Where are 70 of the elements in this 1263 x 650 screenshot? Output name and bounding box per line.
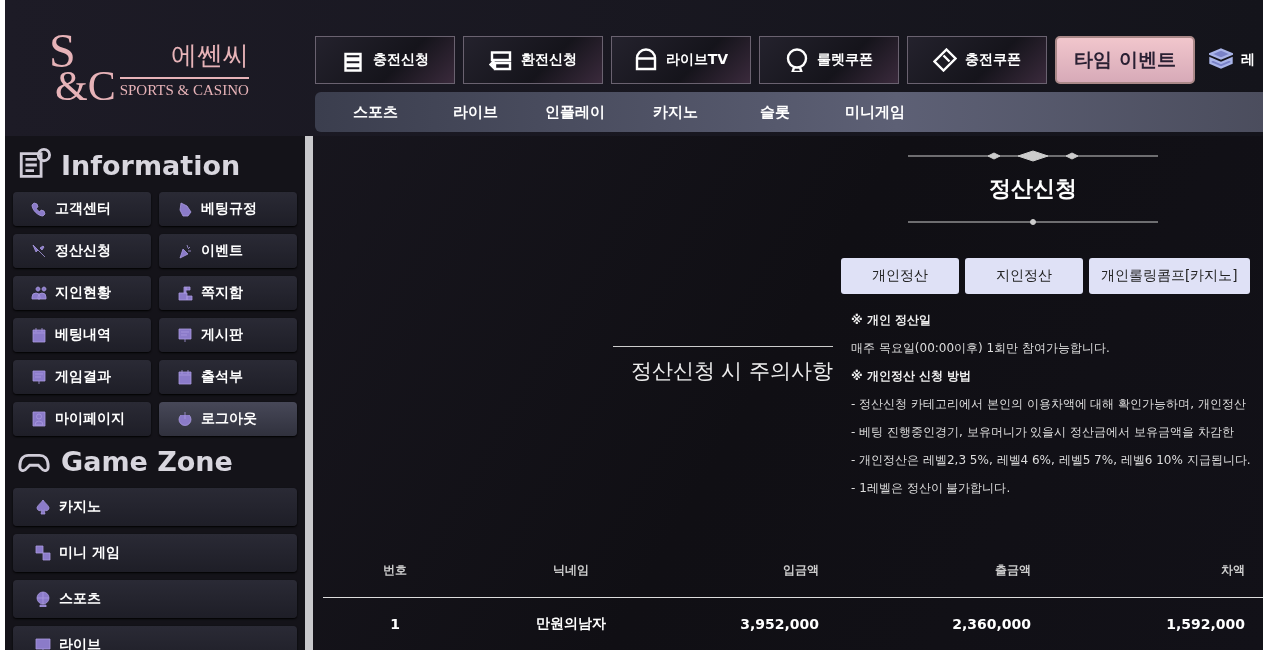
notice-heading: 정산신청 시 주의사항: [630, 358, 833, 385]
nav-link[interactable]: 스포츠: [325, 102, 425, 122]
ticket-icon: [933, 48, 957, 72]
notice-text: - 1레벨은 정산이 불가합니다.: [851, 480, 1012, 497]
sidebar-button[interactable]: 마이페이지: [13, 402, 151, 436]
sidebar-button[interactable]: 베팅규정: [159, 192, 297, 226]
board-icon: [177, 327, 193, 343]
notice-text: 매주 목요일(00:00이후) 1회만 참여가능합니다.: [851, 340, 1111, 357]
notice-text: - 베팅 진행중인경기, 보유머니가 있을시 정산금에서 보유금액을 차감한: [851, 424, 1235, 441]
sidebar-button[interactable]: 스포츠: [13, 580, 297, 618]
tab[interactable]: 지인정산: [965, 258, 1083, 294]
sidebar-button[interactable]: 게시판: [159, 318, 297, 352]
sidebar-button[interactable]: 미니 게임: [13, 534, 297, 572]
tab[interactable]: 개인롤링콤프[카지노]: [1089, 258, 1250, 294]
menu-button[interactable]: 환전신청: [463, 36, 603, 84]
scrollbar-thumb[interactable]: [305, 136, 313, 650]
nav-link[interactable]: 슬롯: [725, 102, 825, 122]
table-cell-text: 2,360,000: [951, 616, 1032, 632]
nav-link[interactable]: 라이브: [425, 102, 525, 122]
logo-monogram: S &C: [49, 32, 116, 104]
spade-icon: [35, 499, 51, 515]
calendar-icon: [177, 369, 193, 385]
dice-icon: [35, 545, 51, 561]
sidebar-button[interactable]: 카지노: [13, 488, 297, 526]
calendar-icon: [31, 327, 47, 343]
notice-subheading: ※ 개인정산 신청 방법: [851, 368, 973, 385]
section-title: Game Zone: [61, 445, 233, 477]
sidebar-button[interactable]: 쪽지함: [159, 276, 297, 310]
notice-text: - 정산신청 카테고리에서 본인의 이용차액에 대해 확인가능하며, 개인정산: [851, 396, 1247, 413]
page-title: 정산신청: [989, 175, 1077, 203]
nav-link[interactable]: 카지노: [625, 102, 725, 122]
table-cell-text: 만원의남자: [535, 615, 607, 633]
sidebar-button[interactable]: 지인현황: [13, 276, 151, 310]
board-icon: [31, 369, 47, 385]
table-cell-text: 1,592,000: [1165, 616, 1246, 632]
menu-button[interactable]: 룰렛쿠폰: [759, 36, 899, 84]
table-cell-text: 1: [389, 616, 401, 632]
menu-button[interactable]: 충전쿠폰: [907, 36, 1047, 84]
monitor-icon: [35, 637, 51, 650]
tab[interactable]: 개인정산: [841, 258, 959, 294]
sidebar-button[interactable]: 베팅내역: [13, 318, 151, 352]
column-header: 차액: [1220, 561, 1246, 579]
person-icon: [31, 411, 47, 427]
party-icon: [177, 243, 193, 259]
column-header: 번호: [382, 561, 408, 579]
menu-button[interactable]: 라이브TV: [611, 36, 751, 84]
sidebar-button[interactable]: 게임결과: [13, 360, 151, 394]
sidebar-button[interactable]: 이벤트: [159, 234, 297, 268]
logo-name: 에쎈씨: [170, 38, 249, 72]
wheel-icon: [785, 48, 809, 72]
phone-icon: [31, 201, 47, 217]
column-header: 입금액: [782, 561, 820, 579]
table-cell-text: 3,952,000: [739, 616, 820, 632]
nav-link[interactable]: 인플레이: [525, 102, 625, 122]
level-button[interactable]: 레: [1203, 36, 1261, 84]
people-icon: [31, 285, 47, 301]
menu-button[interactable]: 충전신청: [315, 36, 455, 84]
notice-text: - 개인정산은 레벨2,3 5%, 레벨4 6%, 레벨5 7%, 레벨6 10% 지급됩니다.: [851, 452, 1252, 469]
column-header: 출금액: [994, 561, 1032, 579]
column-header: 닉네임: [552, 561, 590, 579]
section-title: Information: [61, 149, 241, 181]
nav-link[interactable]: 미니게임: [825, 102, 925, 122]
notice-subheading: ※ 개인 정산일: [851, 312, 933, 329]
sidebar-button[interactable]: 고객센터: [13, 192, 151, 226]
sidebar-button[interactable]: 정산신청: [13, 234, 151, 268]
logo-tagline: SPORTS & CASINO: [119, 76, 249, 99]
layers-icon: [1209, 48, 1233, 72]
sidebar-button[interactable]: 출석부: [159, 360, 297, 394]
event-button[interactable]: 타임 이벤트: [1055, 36, 1195, 84]
sidebar-button[interactable]: 로그아웃: [159, 402, 297, 436]
